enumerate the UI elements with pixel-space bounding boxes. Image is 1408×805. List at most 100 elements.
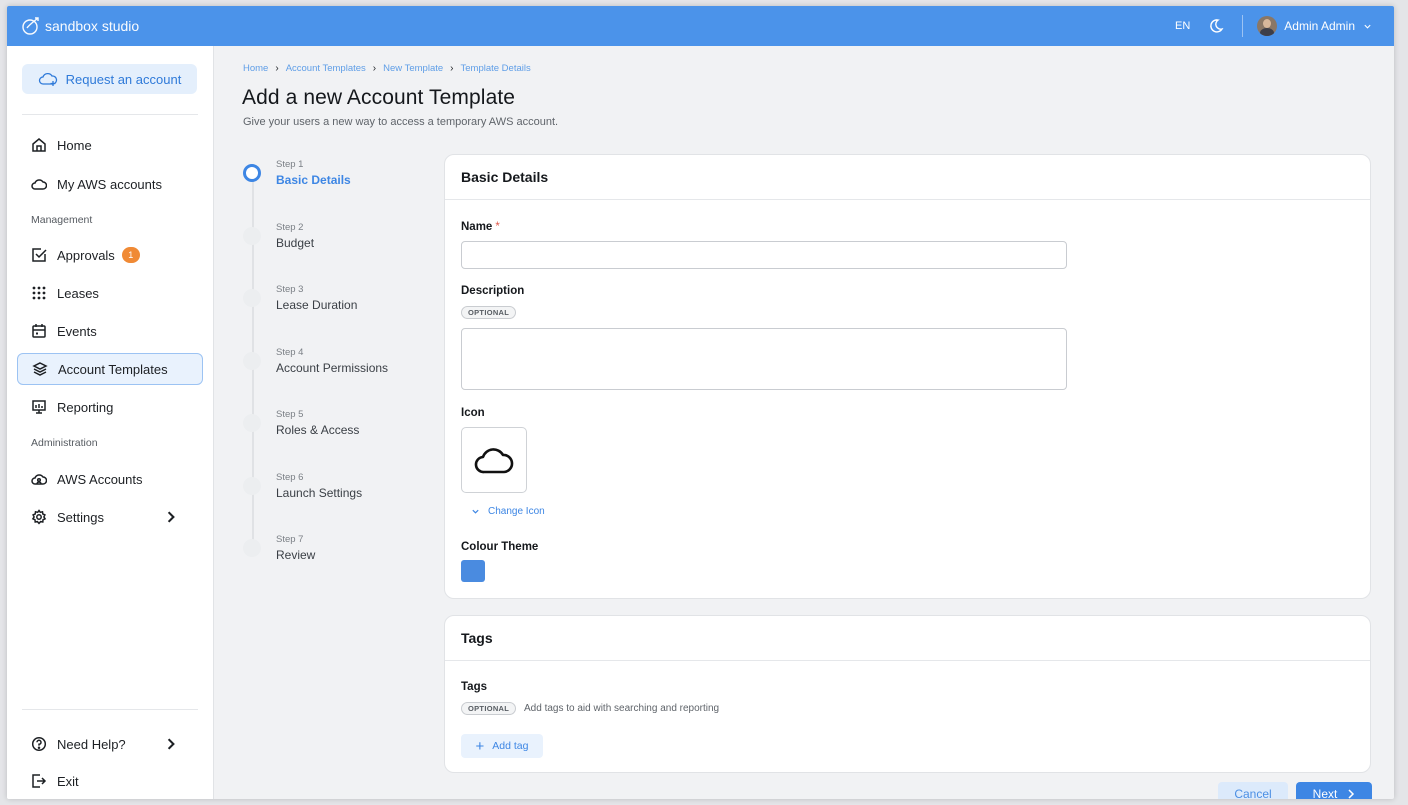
step-number: Step 3 — [276, 284, 304, 295]
step-number: Step 5 — [276, 409, 304, 420]
chevron-down-icon — [472, 509, 479, 514]
request-account-button[interactable]: Request an account — [22, 64, 197, 94]
language-selector[interactable]: EN — [1175, 20, 1190, 32]
sidebar-item-events[interactable]: Events — [17, 315, 203, 347]
description-textarea[interactable] — [461, 328, 1067, 390]
sidebar-item-label: Events — [57, 323, 97, 339]
breadcrumb: Home › Account Templates › New Template … — [243, 63, 531, 74]
step-indicator — [243, 414, 261, 432]
sidebar-item-label: Reporting — [57, 399, 114, 415]
sidebar-item-label: Home — [57, 137, 92, 153]
breadcrumb-account-templates[interactable]: Account Templates — [286, 63, 366, 74]
page-title: Add a new Account Template — [242, 86, 516, 109]
breadcrumb-separator: › — [275, 63, 279, 74]
checkbox-icon — [32, 248, 47, 262]
sidebar-item-reporting[interactable]: Reporting — [17, 391, 203, 423]
sidebar-item-label: AWS Accounts — [57, 471, 143, 487]
sidebar-item-home[interactable]: Home — [17, 129, 203, 161]
sidebar-item-label: Approvals — [57, 247, 115, 263]
add-tag-button[interactable]: + Add tag — [461, 734, 543, 758]
step-label: Launch Settings — [276, 486, 363, 500]
avatar[interactable] — [1257, 16, 1278, 36]
change-icon-label: Change Icon — [488, 506, 545, 517]
approvals-count-badge: 1 — [121, 247, 140, 263]
cloud-plus-icon — [38, 72, 57, 86]
card-title: Basic Details — [445, 155, 1370, 200]
layers-icon — [32, 362, 48, 376]
step-label: Review — [276, 548, 316, 562]
step-number: Step 6 — [276, 472, 304, 483]
exit-icon — [32, 774, 47, 788]
sidebar-item-label: Settings — [57, 509, 104, 525]
cloud-icon — [31, 179, 47, 190]
tags-hint: Add tags to aid with searching and repor… — [524, 703, 720, 714]
top-bar: sandbox studio EN Admin Admin — [7, 6, 1394, 46]
page-subtitle: Give your users a new way to access a te… — [243, 116, 559, 128]
colour-theme-label: Colour Theme — [461, 541, 539, 553]
breadcrumb-separator: › — [372, 63, 377, 74]
step-indicator — [243, 477, 261, 495]
required-mark: * — [495, 221, 500, 233]
sidebar-item-label: My AWS accounts — [57, 176, 162, 192]
brand-name: sandbox studio — [45, 18, 140, 34]
sidebar-divider — [22, 114, 198, 115]
sidebar-item-leases[interactable]: Leases — [17, 277, 203, 309]
step-indicator — [243, 164, 261, 182]
user-name[interactable]: Admin Admin — [1284, 19, 1355, 33]
sidebar-item-label: Leases — [57, 285, 99, 301]
brand-logo[interactable]: sandbox studio — [21, 16, 139, 36]
breadcrumb-home[interactable]: Home — [243, 63, 268, 74]
sandbox-logo-icon — [22, 17, 39, 35]
breadcrumb-new-template[interactable]: New Template — [383, 63, 443, 74]
plus-icon: + — [475, 737, 485, 755]
sidebar: Request an account Home My AWS accounts … — [7, 46, 214, 799]
add-tag-label: Add tag — [492, 740, 529, 752]
sidebar-item-my-aws-accounts[interactable]: My AWS accounts — [17, 168, 203, 200]
name-label: Name * — [461, 221, 500, 233]
basic-details-card: Basic Details Name * Description OPTIONAL… — [444, 154, 1371, 599]
chevron-right-icon — [1348, 789, 1355, 799]
moon-icon[interactable] — [1208, 18, 1224, 34]
help-circle-icon — [31, 736, 47, 752]
breadcrumb-template-details[interactable]: Template Details — [461, 63, 531, 74]
sidebar-item-need-help[interactable]: Need Help? — [17, 728, 203, 760]
request-account-label: Request an account — [65, 71, 182, 87]
tags-label: Tags — [461, 681, 487, 693]
step-label: Lease Duration — [276, 298, 358, 312]
section-administration: Administration — [31, 437, 98, 449]
step-number: Step 7 — [276, 534, 304, 545]
sidebar-item-approvals[interactable]: Approvals 1 — [17, 239, 203, 271]
sidebar-item-label: Exit — [57, 773, 79, 789]
gear-icon — [31, 509, 47, 525]
step-indicator — [243, 289, 261, 307]
tags-card: Tags Tags OPTIONAL Add tags to aid with … — [444, 615, 1371, 773]
card-title: Tags — [445, 616, 1370, 661]
name-label-text: Name — [461, 221, 493, 233]
name-input[interactable] — [461, 241, 1067, 269]
sidebar-divider — [22, 709, 198, 710]
topbar-divider — [1242, 15, 1244, 37]
step-label: Budget — [276, 236, 315, 250]
change-icon-toggle[interactable]: Change Icon — [471, 506, 545, 517]
chevron-right-icon — [167, 738, 175, 750]
next-label: Next — [1312, 787, 1338, 799]
step-indicator — [243, 227, 261, 245]
cloud-icon — [474, 448, 514, 474]
sidebar-item-aws-accounts[interactable]: AWS Accounts — [17, 463, 203, 495]
selected-icon-preview[interactable] — [461, 427, 527, 493]
step-indicator — [243, 539, 261, 557]
home-icon — [32, 138, 46, 152]
step-label: Basic Details — [276, 173, 351, 187]
grid-dots-icon — [32, 286, 46, 300]
chevron-down-icon[interactable] — [1363, 22, 1372, 31]
presentation-icon — [32, 400, 46, 414]
next-button[interactable]: Next — [1296, 782, 1372, 799]
step-number: Step 2 — [276, 222, 304, 233]
sidebar-item-label: Account Templates — [58, 361, 168, 377]
cancel-button[interactable]: Cancel — [1218, 782, 1288, 799]
sidebar-item-settings[interactable]: Settings — [17, 501, 203, 533]
sidebar-item-account-templates[interactable]: Account Templates — [17, 353, 203, 385]
colour-swatch[interactable] — [461, 560, 485, 582]
sidebar-item-exit[interactable]: Exit — [17, 765, 203, 797]
app-window: sandbox studio EN Admin Admin Request an… — [7, 6, 1394, 799]
